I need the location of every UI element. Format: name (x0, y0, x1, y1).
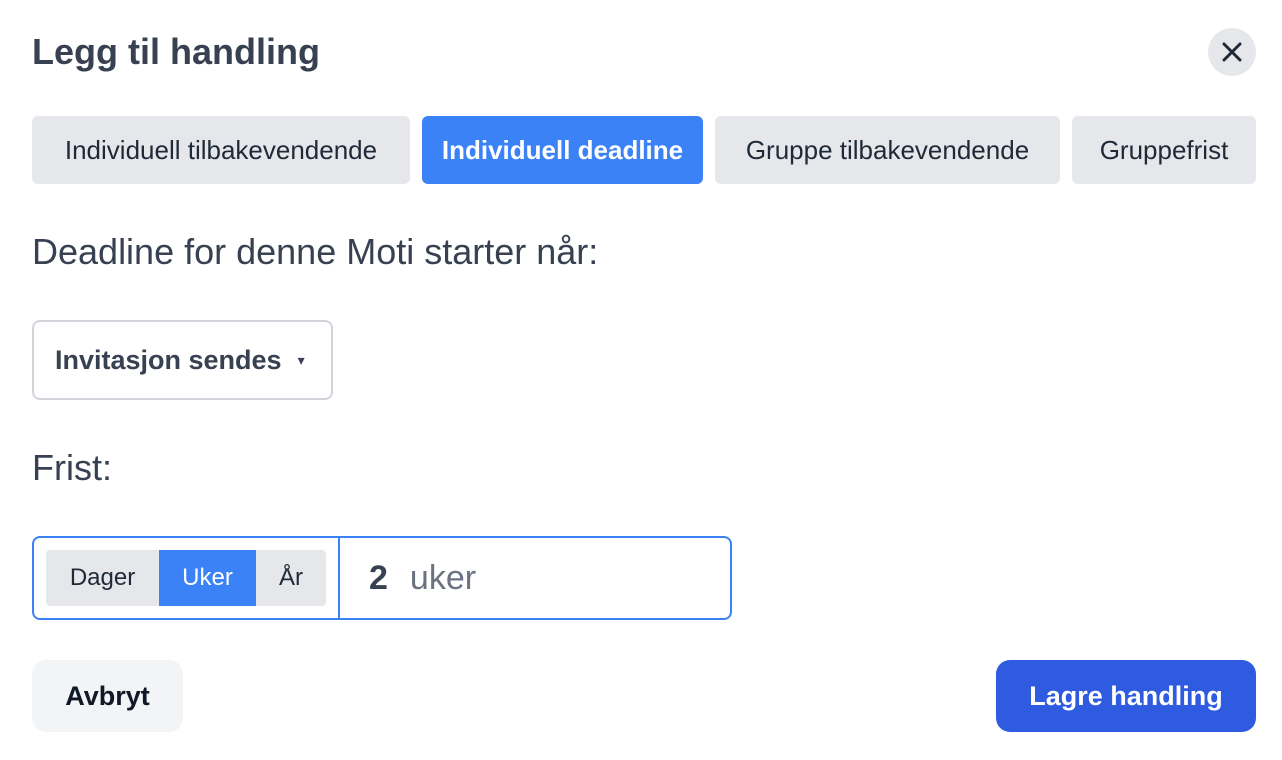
save-action-button[interactable]: Lagre handling (996, 660, 1256, 732)
unit-weeks-button[interactable]: Uker (159, 550, 256, 606)
deadline-start-select[interactable]: Invitasjon sendes ▾ (32, 320, 333, 400)
unit-toggle-group: Dager Uker År (46, 550, 326, 606)
unit-years-button[interactable]: År (256, 550, 326, 606)
unit-days-button[interactable]: Dager (46, 550, 159, 606)
add-action-dialog: Legg til handling Individuell tilbakeven… (0, 0, 1282, 760)
close-button[interactable] (1208, 28, 1256, 76)
amount-input[interactable]: 2 (369, 559, 388, 598)
tab-individual-recurring[interactable]: Individuell tilbakevendende (32, 116, 410, 184)
tab-individual-deadline[interactable]: Individuell deadline (422, 116, 703, 184)
action-type-tabs: Individuell tilbakevendende Individuell … (32, 116, 1256, 184)
select-value: Invitasjon sendes (55, 344, 282, 375)
frist-label: Frist: (32, 447, 112, 488)
cancel-button[interactable]: Avbryt (32, 660, 183, 732)
chevron-down-icon: ▾ (297, 351, 305, 368)
deadline-start-label: Deadline for denne Moti starter når: (32, 231, 599, 272)
tab-group-recurring[interactable]: Gruppe tilbakevendende (715, 116, 1060, 184)
period-input-group: Dager Uker År 2 uker (32, 536, 732, 620)
tab-group-deadline[interactable]: Gruppefrist (1072, 116, 1256, 184)
divider (338, 536, 340, 620)
unit-suffix: uker (409, 558, 477, 597)
close-icon (1221, 41, 1243, 63)
dialog-title: Legg til handling (32, 31, 320, 72)
